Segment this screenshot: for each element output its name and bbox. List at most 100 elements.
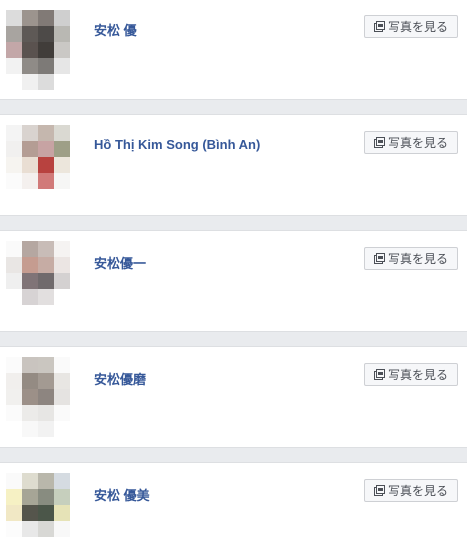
view-photos-label: 写真を見る: [387, 252, 448, 266]
avatar[interactable]: [6, 357, 86, 437]
avatar-mosaic-tile: [54, 125, 70, 141]
avatar-mosaic-tile: [54, 173, 70, 189]
avatar-mosaic-tile: [6, 473, 22, 489]
avatar-mosaic-tile: [70, 257, 86, 273]
avatar-mosaic-tile: [38, 473, 54, 489]
avatar-mosaic-tile: [38, 357, 54, 373]
avatar-mosaic-tile: [22, 505, 38, 521]
view-photos-button[interactable]: 写真を見る: [364, 131, 458, 154]
avatar-mosaic-tile: [22, 273, 38, 289]
view-photos-button[interactable]: 写真を見る: [364, 247, 458, 270]
avatar-mosaic-tile: [54, 257, 70, 273]
avatar-mosaic-tile: [22, 489, 38, 505]
avatar-mosaic-tile: [70, 58, 86, 74]
avatar-mosaic-tile: [22, 521, 38, 537]
view-photos-label: 写真を見る: [387, 484, 448, 498]
avatar-mosaic-tile: [54, 521, 70, 537]
avatar-mosaic-tile: [38, 189, 54, 205]
avatar-mosaic-tile: [22, 405, 38, 421]
avatar-mosaic-tile: [54, 505, 70, 521]
avatar-mosaic-tile: [6, 125, 22, 141]
avatar-mosaic-tile: [6, 489, 22, 505]
avatar-mosaic-tile: [6, 257, 22, 273]
avatar-mosaic-tile: [70, 157, 86, 173]
avatar-mosaic-tile: [22, 58, 38, 74]
view-photos-label: 写真を見る: [387, 368, 448, 382]
avatar-mosaic-tile: [54, 189, 70, 205]
avatar-mosaic-tile: [54, 241, 70, 257]
avatar-mosaic-tile: [70, 505, 86, 521]
avatar-mosaic-tile: [22, 157, 38, 173]
avatar-mosaic-tile: [22, 257, 38, 273]
avatar-mosaic-tile: [6, 189, 22, 205]
avatar-mosaic-tile: [70, 241, 86, 257]
profile-name-link[interactable]: 安松 優: [94, 20, 137, 39]
avatar-mosaic-tile: [70, 10, 86, 26]
avatar-mosaic-tile: [22, 125, 38, 141]
avatar-mosaic-tile: [70, 125, 86, 141]
avatar-mosaic-tile: [38, 74, 54, 90]
avatar-mosaic-tile: [70, 421, 86, 437]
profile-name-link[interactable]: Hồ Thị Kim Song (Bình An): [94, 137, 260, 152]
avatar-mosaic-tile: [38, 389, 54, 405]
avatar-mosaic-tile: [54, 58, 70, 74]
avatar-mosaic-tile: [38, 125, 54, 141]
view-photos-button[interactable]: 写真を見る: [364, 363, 458, 386]
profile-name-link[interactable]: 安松優磨: [94, 369, 146, 388]
avatar-mosaic-tile: [38, 241, 54, 257]
avatar-mosaic-tile: [38, 273, 54, 289]
photos-icon: [373, 137, 385, 148]
avatar[interactable]: [6, 473, 86, 553]
avatar-mosaic-tile: [6, 10, 22, 26]
view-photos-button[interactable]: 写真を見る: [364, 15, 458, 38]
avatar-mosaic-tile: [54, 421, 70, 437]
profile-name-link[interactable]: 安松 優美: [94, 485, 150, 504]
avatar-mosaic-tile: [6, 421, 22, 437]
avatar-mosaic-tile: [54, 157, 70, 173]
avatar-mosaic-tile: [38, 289, 54, 305]
avatar-mosaic-tile: [70, 273, 86, 289]
view-photos-label: 写真を見る: [387, 20, 448, 34]
avatar-mosaic-tile: [6, 273, 22, 289]
result-card: Hồ Thị Kim Song (Bình An) 写真を見る: [0, 114, 467, 216]
avatar-mosaic-tile: [22, 389, 38, 405]
avatar-mosaic-tile: [38, 489, 54, 505]
avatar-mosaic-tile: [70, 26, 86, 42]
avatar-mosaic-tile: [70, 189, 86, 205]
avatar[interactable]: [6, 125, 86, 205]
avatar-mosaic-tile: [22, 241, 38, 257]
profile-name-link[interactable]: 安松優一: [94, 253, 146, 272]
avatar-mosaic-tile: [38, 141, 54, 157]
photos-icon: [373, 21, 385, 32]
avatar-mosaic-tile: [38, 505, 54, 521]
avatar-mosaic-tile: [22, 421, 38, 437]
avatar-mosaic-tile: [54, 389, 70, 405]
avatar-mosaic-tile: [38, 10, 54, 26]
avatar-mosaic-tile: [38, 537, 54, 553]
avatar-mosaic-tile: [38, 405, 54, 421]
view-photos-button[interactable]: 写真を見る: [364, 479, 458, 502]
result-card: 安松 優美 写真を見る: [0, 462, 467, 556]
avatar-mosaic-tile: [70, 305, 86, 321]
search-results-list: 安松 優 写真を見る Hồ Thị Kim Song (Bình An) 写真を…: [0, 0, 467, 556]
avatar-mosaic-tile: [22, 189, 38, 205]
avatar-mosaic-tile: [54, 473, 70, 489]
avatar-mosaic-tile: [38, 373, 54, 389]
avatar-mosaic-tile: [22, 289, 38, 305]
avatar[interactable]: [6, 241, 86, 321]
avatar-mosaic-tile: [6, 389, 22, 405]
photos-icon: [373, 253, 385, 264]
avatar-mosaic-tile: [38, 157, 54, 173]
avatar[interactable]: [6, 10, 86, 90]
avatar-mosaic-tile: [6, 537, 22, 553]
avatar-mosaic-tile: [54, 405, 70, 421]
avatar-mosaic-tile: [6, 505, 22, 521]
avatar-mosaic-tile: [6, 74, 22, 90]
avatar-mosaic-tile: [6, 26, 22, 42]
avatar-mosaic-tile: [38, 521, 54, 537]
avatar-mosaic-tile: [54, 489, 70, 505]
avatar-mosaic-tile: [70, 42, 86, 58]
avatar-mosaic-tile: [38, 257, 54, 273]
avatar-mosaic-tile: [22, 473, 38, 489]
avatar-mosaic-tile: [70, 389, 86, 405]
